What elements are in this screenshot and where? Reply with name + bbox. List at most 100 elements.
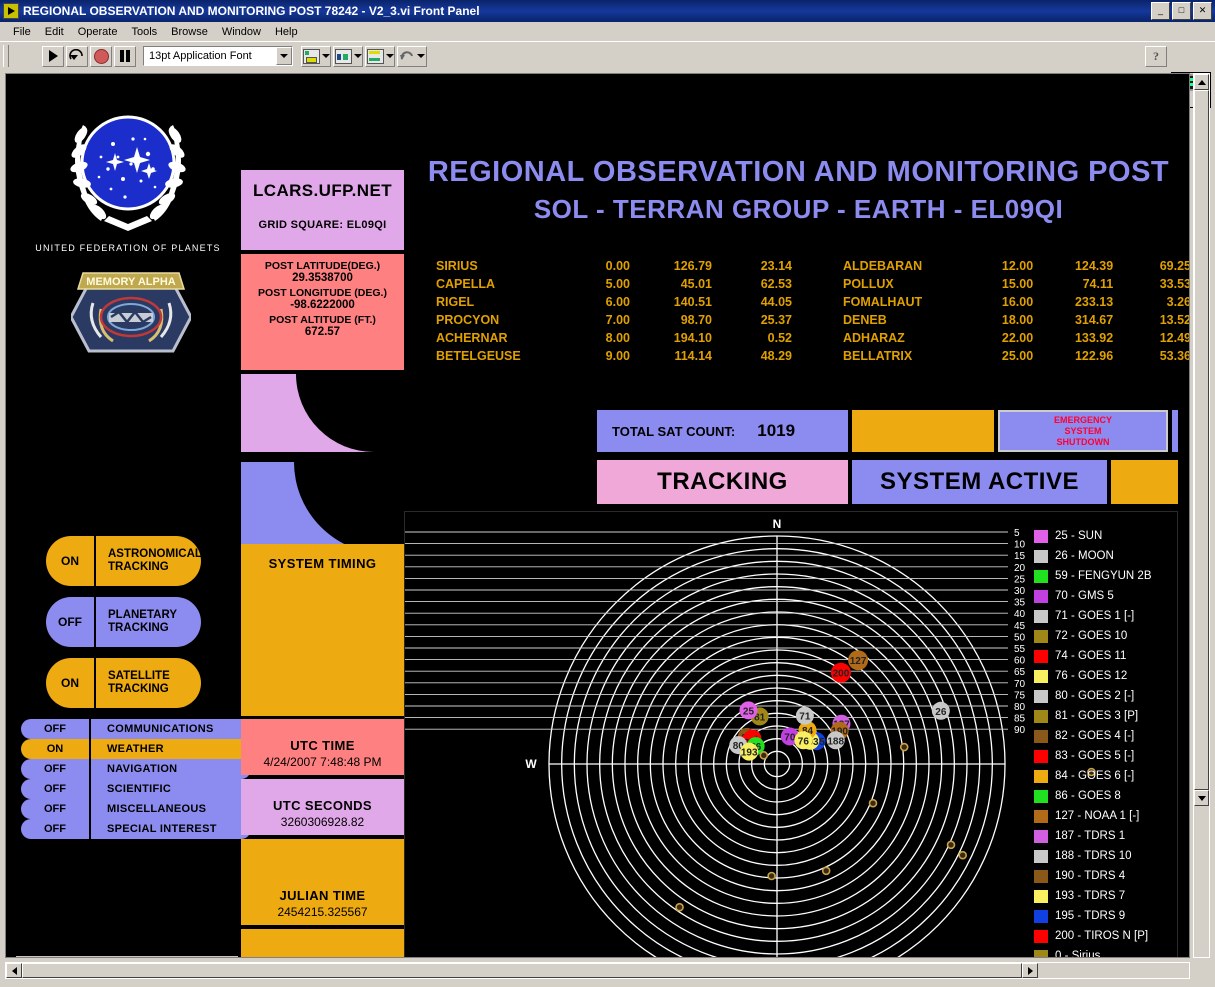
minimize-button[interactable]: _ [1151,2,1170,20]
toggle-scientific[interactable]: OFF SCIENTIFIC [21,779,251,799]
legend-item[interactable]: 0 - Sirius [1034,946,1184,957]
menu-window[interactable]: Window [215,25,268,39]
maximize-button[interactable]: □ [1172,2,1191,20]
font-selector[interactable]: 13pt Application Font [143,46,293,66]
context-help-button[interactable]: ? [1145,46,1167,67]
star-azimuth: 122.96 [1074,349,1114,363]
abort-execution-button[interactable] [90,45,112,67]
legend-item[interactable]: 200 - TIROS N [P] [1034,926,1184,946]
menu-file[interactable]: File [6,25,38,39]
menu-help[interactable]: Help [268,25,305,39]
close-button[interactable]: ✕ [1193,2,1212,20]
legend-color-swatch [1034,689,1048,703]
toggle-state[interactable]: ON [46,658,94,708]
legend-item[interactable]: 74 - GOES 11 [1034,646,1184,666]
satellite-marker[interactable]: 26 [931,701,950,720]
toggle-state[interactable]: OFF [21,799,89,819]
legend-item[interactable]: 190 - TDRS 4 [1034,866,1184,886]
menu-edit[interactable]: Edit [38,25,71,39]
toggle-state[interactable]: ON [21,739,89,759]
legend-item[interactable]: 26 - MOON [1034,546,1184,566]
legend-item[interactable]: 25 - SUN [1034,526,1184,546]
toggle-special-interest[interactable]: OFF SPECIAL INTEREST [21,819,251,839]
star-id: 9.00 [605,349,630,363]
menu-tools[interactable]: Tools [124,25,164,39]
legend-item[interactable]: 72 - GOES 10 [1034,626,1184,646]
legend-color-swatch [1034,789,1048,803]
legend-label: 127 - NOAA 1 [-] [1055,810,1140,822]
scroll-up-button[interactable] [1194,74,1209,90]
toggle-planetary[interactable]: OFF PLANETARY TRACKING [46,597,201,647]
toggle-navigation[interactable]: OFF NAVIGATION [21,759,251,779]
horizontal-scroll-thumb[interactable] [22,963,1022,978]
satellite-marker[interactable]: 127 [848,650,869,671]
star-row: ACHERNAR 8.00 194.10 0.52 [436,329,792,347]
toggle-label-line2: TRACKING [108,622,169,634]
toolbar-grip[interactable] [3,45,9,67]
toggle-weather[interactable]: ON WEATHER [21,739,251,759]
grid-square: GRID SQUARE: EL09QI [258,219,387,231]
legend-item[interactable]: 70 - GMS 5 [1034,586,1184,606]
legend-item[interactable]: 86 - GOES 8 [1034,786,1184,806]
legend-item[interactable]: 193 - TDRS 7 [1034,886,1184,906]
satellite-marker[interactable]: 188 [826,731,845,750]
star-elevation: 12.49 [1159,331,1190,345]
toggle-state[interactable]: OFF [21,819,89,839]
toggle-communications[interactable]: OFF COMMUNICATIONS [21,719,251,739]
toggle-astronomical[interactable]: ON ASTRONOMICAL TRACKING [46,536,202,586]
toggle-miscellaneous[interactable]: OFF MISCELLANEOUS [21,799,251,819]
radial-tick-label: 20 [1014,563,1026,574]
star-id: 25.00 [1001,349,1034,363]
satellite-marker[interactable]: 200 [830,662,851,683]
menu-operate[interactable]: Operate [71,25,125,39]
align-objects-button[interactable] [301,45,331,67]
toggle-state[interactable]: OFF [21,719,89,739]
legend-item[interactable]: 81 - GOES 3 [P] [1034,706,1184,726]
satellite-id-label: 70 [784,732,796,743]
vertical-scrollbar[interactable] [1193,73,1210,958]
scroll-down-button[interactable] [1194,790,1209,806]
legend-item[interactable]: 59 - FENGYUN 2B [1034,566,1184,586]
legend-item[interactable]: 76 - GOES 12 [1034,666,1184,686]
legend-item[interactable]: 127 - NOAA 1 [-] [1034,806,1184,826]
run-continuously-button[interactable] [66,45,88,67]
satellite-marker[interactable]: 71 [795,706,814,725]
star-row: SIRIUS 0.00 126.79 23.14 [436,257,792,275]
font-selector-dropdown-icon[interactable] [276,47,292,65]
legend-item[interactable]: 84 - GOES 6 [-] [1034,766,1184,786]
toggle-state[interactable]: OFF [21,779,89,799]
star-row: POLLUX 15.00 74.11 33.53 [843,275,1189,293]
distribute-objects-button[interactable] [333,45,363,67]
scroll-left-button[interactable] [6,963,22,978]
legend-item[interactable]: 80 - GOES 2 [-] [1034,686,1184,706]
toggle-state[interactable]: OFF [46,597,94,647]
legend-color-swatch [1034,809,1048,823]
satellite-marker[interactable]: 193 [740,742,759,761]
page-title-line1: REGIONAL OBSERVATION AND MONITORING POST [427,156,1170,188]
menu-browse[interactable]: Browse [164,25,215,39]
reorder-objects-button[interactable] [397,45,427,67]
pause-button[interactable] [114,45,136,67]
star-name: BETELGEUSE [436,349,521,363]
emergency-system-shutdown-button[interactable]: EMERGENCY SYSTEM SHUTDOWN [998,410,1168,452]
toggle-state[interactable]: OFF [21,759,89,779]
star-elevation: 25.37 [760,313,792,327]
horizontal-scrollbar[interactable] [5,962,1190,979]
legend-item[interactable]: 188 - TDRS 10 [1034,846,1184,866]
lcars-filler-bar-2 [1172,410,1178,452]
toggle-state[interactable]: ON [46,536,94,586]
satellite-marker[interactable]: 76 [794,731,813,750]
scroll-right-button[interactable] [1022,963,1038,978]
legend-item[interactable]: 195 - TDRS 9 [1034,906,1184,926]
legend-item[interactable]: 187 - TDRS 1 [1034,826,1184,846]
legend-item[interactable]: 83 - GOES 5 [-] [1034,746,1184,766]
legend-item[interactable]: 82 - GOES 4 [-] [1034,726,1184,746]
resize-objects-button[interactable] [365,45,395,67]
toggle-satellite[interactable]: ON SATELLITE TRACKING [46,658,201,708]
legend-label: 187 - TDRS 1 [1055,830,1126,842]
satellite-marker[interactable]: 25 [739,701,758,720]
star-name: SIRIUS [436,259,478,273]
vertical-scroll-thumb[interactable] [1194,90,1209,790]
legend-item[interactable]: 71 - GOES 1 [-] [1034,606,1184,626]
run-button[interactable] [42,45,64,67]
